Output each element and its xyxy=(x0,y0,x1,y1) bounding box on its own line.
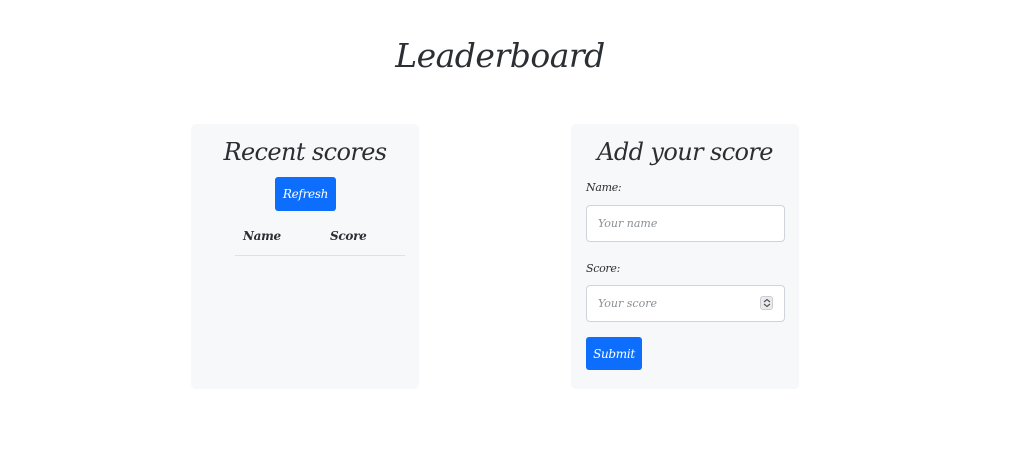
score-field[interactable] xyxy=(586,285,785,322)
add-score-heading: Add your score xyxy=(597,138,773,166)
recent-scores-heading: Recent scores xyxy=(223,138,387,166)
refresh-button[interactable]: Refresh xyxy=(275,177,336,211)
scores-table-header: Name Score xyxy=(235,229,405,256)
score-input[interactable] xyxy=(587,286,757,321)
name-input[interactable] xyxy=(586,205,785,242)
add-score-card: Add your score Name: Score: Submit xyxy=(571,124,799,389)
recent-scores-card: Recent scores Refresh Name Score xyxy=(191,124,419,389)
column-header-name: Name xyxy=(243,229,281,243)
submit-button[interactable]: Submit xyxy=(586,337,642,370)
column-header-score: Score xyxy=(330,229,367,243)
page-title: Leaderboard xyxy=(395,36,605,75)
score-label: Score: xyxy=(586,262,620,275)
name-label: Name: xyxy=(586,181,622,194)
number-spinner-icon[interactable] xyxy=(760,296,773,310)
